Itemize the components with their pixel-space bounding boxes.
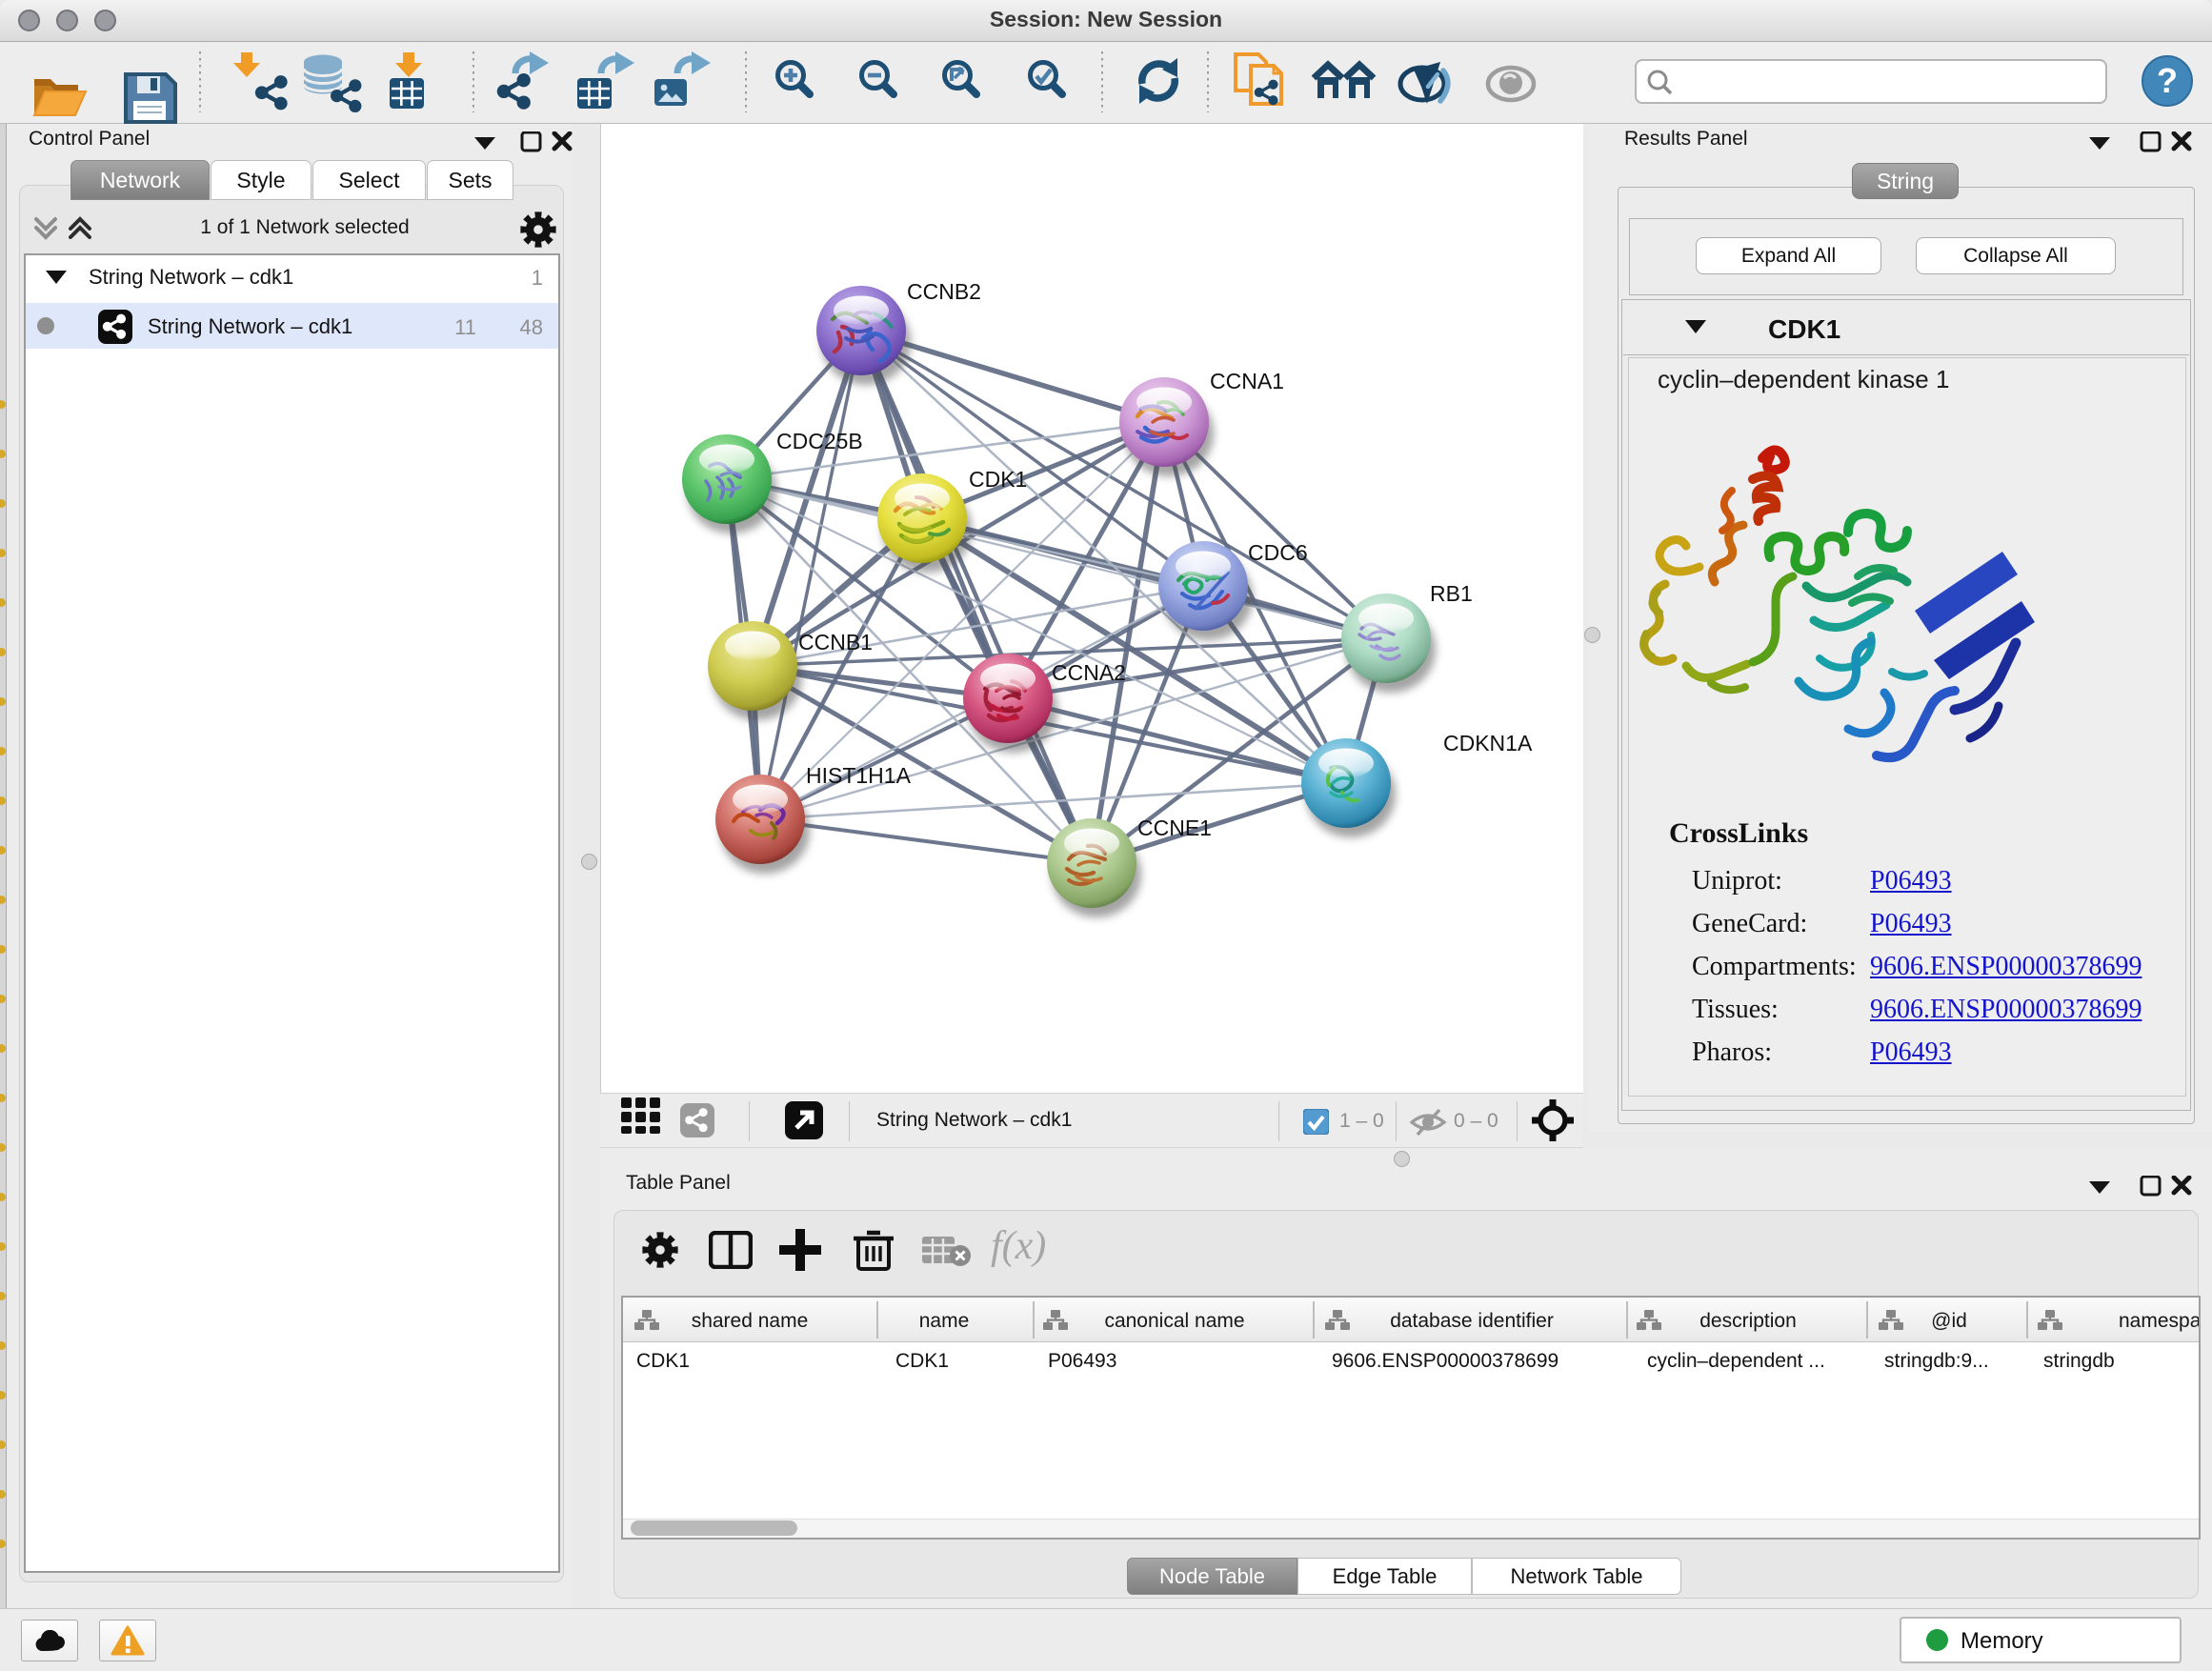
svg-text:CCNE1: CCNE1 [1137,815,1212,840]
svg-text:CCNB2: CCNB2 [907,279,981,304]
svg-text:name: name [919,1310,970,1332]
svg-text:CDC25B: CDC25B [776,429,863,453]
svg-text:CCNA2: CCNA2 [1052,660,1126,685]
svg-text:CDC6: CDC6 [1248,540,1308,565]
svg-text:?: ? [2157,61,2178,100]
svg-text:HIST1H1A: HIST1H1A [806,763,912,788]
svg-text:RB1: RB1 [1430,581,1473,606]
svg-text:shared name: shared name [692,1310,809,1332]
svg-text:CCNB1: CCNB1 [798,630,873,654]
svg-text:CCNA1: CCNA1 [1210,369,1284,393]
svg-text:CDK1: CDK1 [969,467,1027,492]
svg-text:database identifier: database identifier [1390,1310,1554,1332]
svg-text:namespac: namespac [2119,1310,2199,1332]
svg-text:CDKN1A: CDKN1A [1443,731,1533,755]
svg-text:canonical name: canonical name [1104,1310,1244,1332]
svg-text:@id: @id [1931,1310,1967,1332]
svg-text:description: description [1699,1310,1797,1332]
